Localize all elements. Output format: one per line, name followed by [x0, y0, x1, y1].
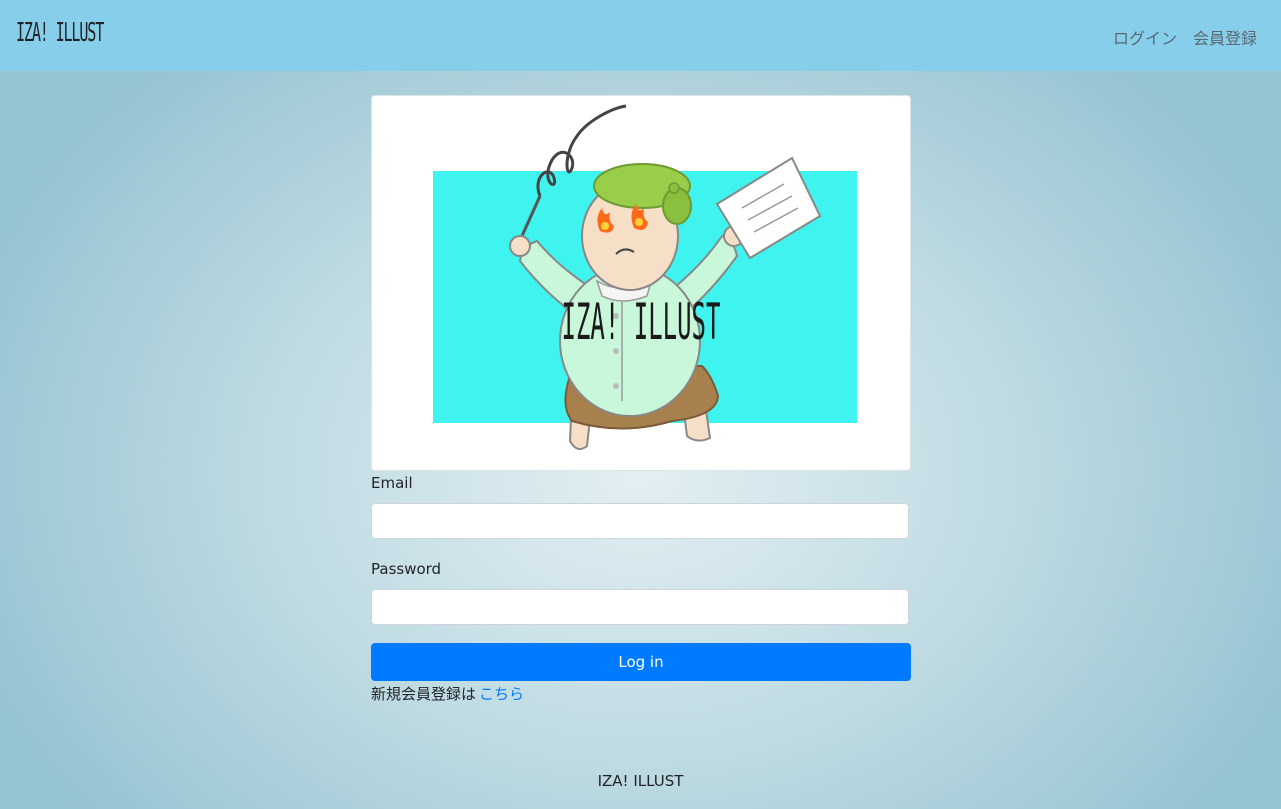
signup-prompt-line: 新規会員登録は こちら [371, 683, 524, 704]
nav-link-login[interactable]: ログイン [1113, 25, 1177, 49]
signup-prompt: 新規会員登録は [371, 685, 477, 703]
navbar: IZA! ILLUST ログイン 会員登録 [0, 0, 1281, 71]
hero-card: IZA! ILLUST [371, 95, 911, 471]
password-label: Password [371, 560, 442, 578]
nav-links: ログイン 会員登録 [1113, 25, 1257, 49]
nav-link-signup[interactable]: 会員登録 [1193, 25, 1257, 49]
login-button[interactable]: Log in [371, 643, 911, 681]
hero-illustration: IZA! ILLUST [433, 104, 857, 451]
email-field[interactable] [371, 503, 909, 539]
email-label: Email [371, 474, 413, 492]
password-field[interactable] [371, 589, 909, 625]
signup-link[interactable]: こちら [479, 685, 524, 703]
hero-logo-text: IZA! ILLUST [562, 294, 721, 351]
brand-logo[interactable]: IZA! ILLUST [16, 18, 104, 48]
footer-text: IZA! ILLUST [597, 772, 684, 790]
